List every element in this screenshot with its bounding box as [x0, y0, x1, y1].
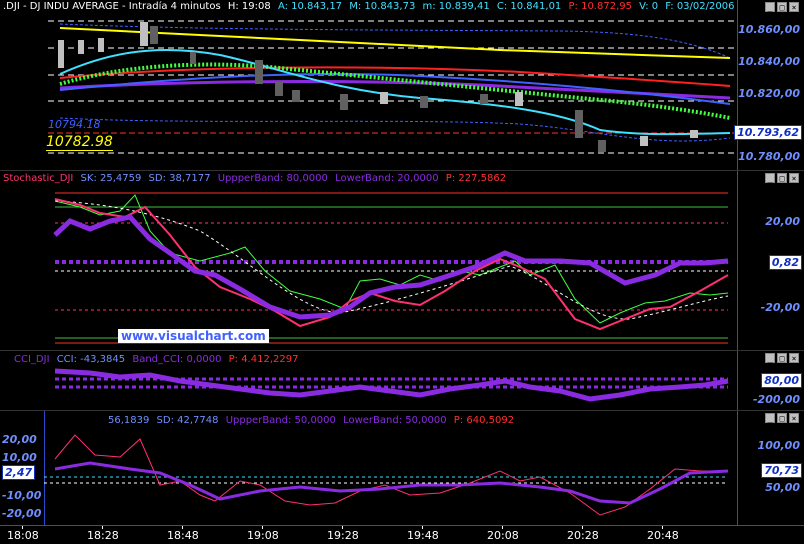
x-label: 18:48 [167, 529, 199, 542]
candle [380, 92, 388, 104]
candle [58, 40, 64, 68]
level-label-a: 10794.18 [48, 118, 101, 131]
candle [480, 94, 488, 104]
oscillator-chart [44, 434, 729, 516]
y-label: -20,00 [760, 301, 800, 314]
candle [150, 26, 158, 44]
candle [190, 52, 196, 64]
cci-chart [54, 368, 729, 402]
candle [255, 60, 263, 84]
candle [690, 130, 698, 138]
y-label: 10.860,00 [738, 23, 800, 36]
y-label: 10.840,00 [738, 55, 800, 68]
y-label: 10.820,00 [738, 87, 800, 100]
current-price-badge: 10.793,62 [734, 125, 802, 140]
cci-line [54, 368, 729, 402]
x-label: 18:28 [87, 529, 119, 542]
x-label: 18:08 [7, 529, 39, 542]
cci-current-badge: 80,00 [761, 373, 802, 388]
x-label: 20:28 [567, 529, 599, 542]
oscillator-axis: 100,00 70,73 50,00 [737, 411, 804, 526]
candle [292, 90, 300, 102]
x-label: 19:08 [247, 529, 279, 542]
candle [640, 136, 648, 146]
y-label: 50,00 [765, 481, 800, 494]
candle [78, 40, 84, 54]
candle [575, 110, 583, 138]
cci-axis: 80,00 -200,00 [737, 351, 804, 411]
stoch-sd-line [53, 214, 729, 320]
price-axis: 10.860,00 10.840,00 10.820,00 10.793,62 … [734, 0, 804, 170]
upper-band [59, 23, 731, 59]
level-label-b: 10782.98 [46, 134, 113, 151]
y-label: -200,00 [752, 393, 800, 406]
candle [598, 140, 606, 152]
stochastic-axis: 20,00 0,82 -20,00 [737, 171, 804, 351]
cci-panel[interactable]: CCI_DJI CCI: -43,3845 Band_CCI: 0,0000 P… [0, 350, 804, 411]
stoch-current-badge: 0,82 [768, 255, 802, 270]
candle [420, 96, 428, 108]
y-label: 10.780,00 [738, 150, 800, 163]
time-axis: 18:08 18:28 18:48 19:08 19:28 19:48 20:0… [0, 525, 804, 544]
watermark: www.visualchart.com [118, 329, 269, 343]
x-label: 19:48 [407, 529, 439, 542]
lower-band [59, 117, 731, 142]
candle [98, 38, 104, 52]
candle [140, 22, 148, 46]
stochastic-chart [53, 192, 729, 344]
y-label: 20,00 [765, 215, 800, 228]
candle [515, 92, 523, 106]
price-panel[interactable]: .DJI - DJ INDU AVERAGE - Intradía 4 minu… [0, 0, 804, 170]
x-label: 20:08 [487, 529, 519, 542]
candle [275, 82, 283, 96]
oscillator-panel[interactable]: 56,1839 SD: 42,7748 UppperBand: 50,0000 … [0, 410, 804, 526]
candle [340, 94, 348, 110]
x-label: 20:48 [647, 529, 679, 542]
osc-current-badge: 70,73 [761, 463, 802, 478]
ma-yellow [59, 27, 731, 59]
stoch-fast-line [54, 194, 729, 324]
stochastic-panel[interactable]: Stochastic_DJI SK: 25,4759 SD: 38,7177 U… [0, 170, 804, 351]
y-label: 100,00 [757, 439, 800, 452]
x-label: 19:28 [327, 529, 359, 542]
